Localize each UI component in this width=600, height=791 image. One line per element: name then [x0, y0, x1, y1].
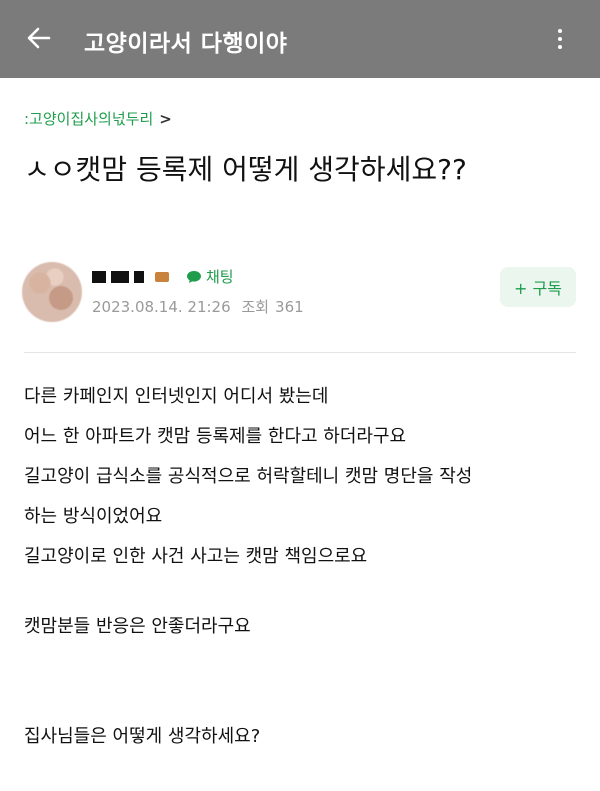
views-label: 조회	[241, 298, 270, 316]
body-line: 길고양이 급식소를 공식적으로 허락할테니 캣맘 명단을 작성	[24, 466, 473, 487]
avatar[interactable]	[22, 262, 82, 322]
board-link[interactable]: :고양이집사의넋두리 >	[24, 108, 172, 129]
board-name: :고양이집사의넋두리	[24, 110, 154, 128]
chat-bubble-icon	[187, 270, 201, 283]
body-line: 집사님들은 어떻게 생각하세요?	[24, 726, 261, 747]
app-bar: 고양이라서 다행이야	[0, 0, 600, 78]
body-line: 어느 한 아파트가 캣맘 등록제를 한다고 하더라구요	[24, 426, 407, 447]
post-meta: 2023.08.14. 21:26 조회 361	[92, 296, 310, 317]
post-title: ㅅㅇ캣맘 등록제 어떻게 생각하세요??	[24, 153, 467, 186]
member-level-icon	[155, 272, 169, 282]
chat-button[interactable]: 채팅	[186, 266, 234, 287]
author-nickname[interactable]	[92, 271, 169, 283]
back-button[interactable]	[24, 22, 54, 54]
body-line: 캣맘분들 반응은 안좋더라구요	[24, 616, 251, 637]
views-count: 361	[275, 298, 304, 316]
more-vertical-icon	[558, 29, 562, 33]
cafe-title: 고양이라서 다행이야	[84, 31, 288, 57]
arrow-left-icon	[27, 27, 51, 49]
post-date: 2023.08.14. 21:26	[92, 298, 231, 316]
body-line: 하는 방식이었어요	[24, 506, 163, 527]
divider	[24, 352, 576, 353]
more-menu-button[interactable]	[546, 22, 574, 56]
body-line: 다른 카페인지 인터넷인지 어디서 봤는데	[24, 386, 329, 407]
chevron-right-icon: >	[159, 110, 172, 128]
chat-label: 채팅	[206, 268, 234, 286]
subscribe-button[interactable]: + 구독	[500, 267, 576, 307]
body-line: 길고양이로 인한 사건 사고는 캣맘 책임으로요	[24, 546, 368, 567]
